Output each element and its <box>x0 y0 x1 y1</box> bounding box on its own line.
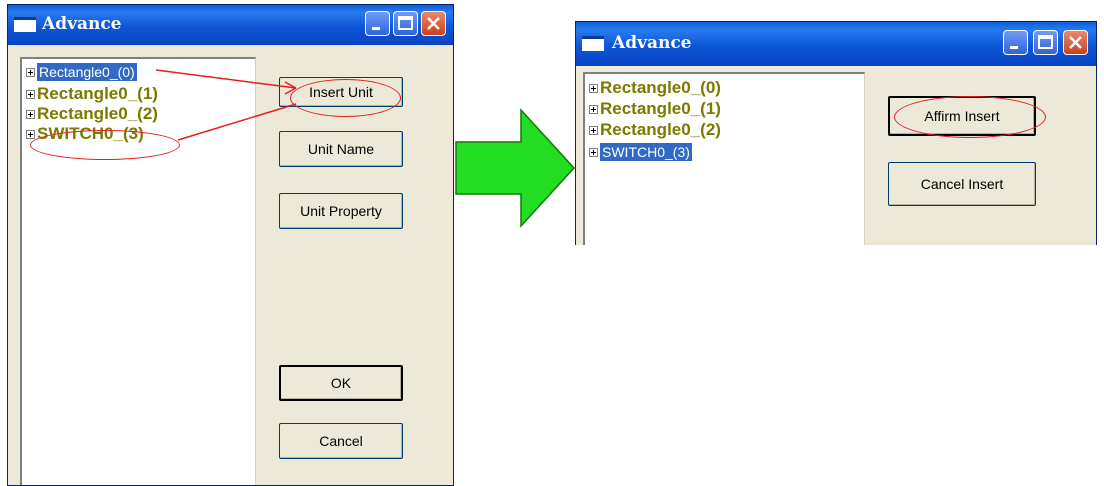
annotation-overlay <box>155 69 576 228</box>
annotation-lines <box>155 69 297 141</box>
right-arrow-icon <box>455 108 576 228</box>
